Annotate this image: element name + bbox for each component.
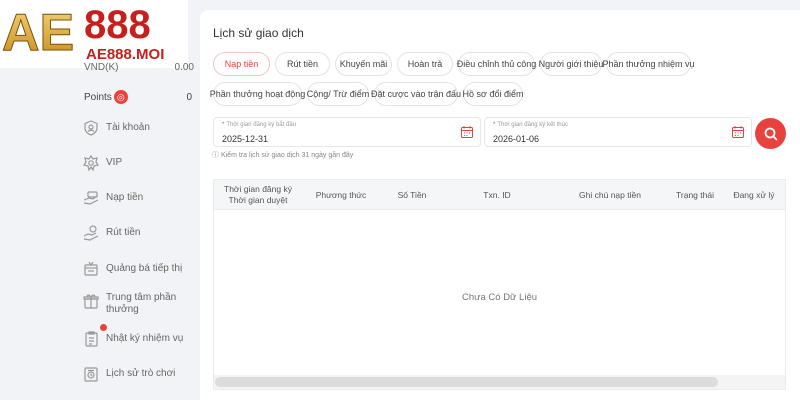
tab-deposit[interactable]: Nạp tiền bbox=[213, 52, 270, 76]
page-title: Lịch sử giao dịch bbox=[213, 26, 304, 40]
sidebar-item-rewards[interactable]: Trung tâm phần thưởng bbox=[82, 292, 192, 316]
points-info-icon[interactable]: ◎ bbox=[113, 90, 128, 104]
column-header-amount: Số Tiền bbox=[397, 189, 427, 200]
points-row[interactable]: Points ◎ 0 bbox=[84, 88, 192, 106]
deposit-icon bbox=[82, 189, 100, 207]
transaction-history-panel: Lịch sử giao dịch Nạp tiền Rút tiền Khuy… bbox=[200, 10, 800, 400]
horizontal-scrollbar[interactable] bbox=[214, 375, 785, 389]
logo-sub-text: AE888.MOI bbox=[86, 46, 164, 63]
points-value: 0 bbox=[186, 91, 192, 103]
tab-referrer[interactable]: Người giới thiệu bbox=[539, 52, 603, 76]
empty-state-text: Chưa Có Dữ Liệu bbox=[461, 292, 538, 303]
sidebar-item-account[interactable]: Tài khoản bbox=[82, 119, 192, 137]
hint-text: Kiểm tra lịch sử giao dịch 31 ngày gần đ… bbox=[220, 152, 354, 159]
start-date-caption: * Thời gian đăng ký bắt đầu bbox=[222, 122, 296, 128]
end-date-field[interactable]: * Thời gian đăng ký kết thúc 2026-01-06 bbox=[484, 117, 752, 147]
brand-logo[interactable]: AE 888 AE888.MOI bbox=[0, 0, 188, 68]
info-icon: ⓘ bbox=[212, 152, 219, 159]
sidebar-item-promotion[interactable]: Quảng bá tiếp thị bbox=[82, 260, 192, 278]
sidebar-item-deposit[interactable]: Nạp tiền bbox=[82, 189, 192, 207]
transactions-table: Thời gian đăng ký Thời gian duyệt Phương… bbox=[213, 179, 786, 390]
sidebar-item-label: Tài khoản bbox=[106, 122, 150, 133]
tab-match-bets[interactable]: Đặt cược vào trận đấu bbox=[371, 82, 461, 106]
end-date-caption: * Thời gian đăng ký kết thúc bbox=[493, 122, 568, 128]
sidebar-item-label: Nạp tiền bbox=[106, 192, 144, 203]
column-header-registered-time: Thời gian đăng ký Thời gian duyệt bbox=[224, 184, 292, 205]
sidebar-item-label: Trung tâm phần thưởng bbox=[106, 292, 177, 315]
logo-888-text: 888 bbox=[84, 3, 151, 47]
logo-ae-text: AE bbox=[2, 4, 74, 62]
points-label: Points bbox=[84, 91, 112, 103]
tab-promotion[interactable]: Khuyến mãi bbox=[335, 52, 392, 76]
column-header-txn-id: Txn. ID bbox=[483, 189, 511, 200]
tab-activity-rewards[interactable]: Phần thưởng hoạt động bbox=[210, 82, 305, 106]
sidebar-item-vip[interactable]: VIP bbox=[82, 154, 192, 172]
promotion-icon bbox=[82, 260, 100, 278]
date-range-hint: ⓘ Kiểm tra lịch sử giao dịch 31 ngày gần… bbox=[212, 150, 353, 160]
shield-icon bbox=[82, 119, 100, 137]
search-icon bbox=[764, 127, 778, 141]
task-log-icon bbox=[82, 324, 107, 348]
withdraw-icon bbox=[82, 224, 100, 242]
table-header: Thời gian đăng ký Thời gian duyệt Phương… bbox=[214, 180, 785, 210]
sidebar-item-label: Quảng bá tiếp thị bbox=[106, 263, 183, 274]
tab-points-exchange[interactable]: Hồ sơ đổi điểm bbox=[463, 82, 523, 106]
column-header-deposit-note: Ghi chú nạp tiền bbox=[579, 189, 641, 200]
tab-task-rewards[interactable]: Phần thưởng nhiệm vụ bbox=[603, 52, 695, 76]
sidebar-item-task-log[interactable]: Nhật ký nhiệm vụ bbox=[82, 324, 192, 348]
tab-manual-adjustment[interactable]: Điều chỉnh thủ công bbox=[457, 52, 536, 76]
calendar-icon[interactable] bbox=[731, 125, 745, 139]
sidebar: AE 888 AE888.MOI VND(K) 0.00 Points ◎ 0 … bbox=[0, 0, 200, 400]
currency-balance-row: VND(K) 0.00 bbox=[84, 62, 194, 73]
sidebar-item-game-history[interactable]: Lịch sử trò chơi bbox=[82, 365, 192, 383]
sidebar-item-label: Rút tiền bbox=[106, 227, 141, 238]
column-header-method: Phương thức bbox=[315, 189, 367, 200]
calendar-icon[interactable] bbox=[460, 125, 474, 139]
start-date-field[interactable]: * Thời gian đăng ký bắt đầu 2025-12-31 bbox=[213, 117, 481, 147]
column-header-processing: Đang xử lý bbox=[733, 189, 775, 200]
currency-label: VND(K) bbox=[84, 62, 119, 73]
tab-rebate[interactable]: Hoàn trả bbox=[397, 52, 453, 76]
game-history-icon bbox=[82, 365, 100, 383]
notification-dot bbox=[100, 324, 107, 331]
tab-points-adjustment[interactable]: Cộng/ Trừ điểm bbox=[307, 82, 369, 106]
currency-value: 0.00 bbox=[174, 62, 194, 73]
sidebar-item-label: VIP bbox=[106, 157, 123, 168]
vip-icon bbox=[82, 154, 100, 172]
sidebar-item-label: Nhật ký nhiệm vụ bbox=[106, 333, 184, 344]
sidebar-item-label: Lịch sử trò chơi bbox=[106, 368, 176, 379]
gift-icon bbox=[82, 292, 100, 310]
tab-withdraw[interactable]: Rút tiền bbox=[275, 52, 330, 76]
start-date-value[interactable]: 2025-12-31 bbox=[222, 134, 268, 144]
sidebar-item-withdraw[interactable]: Rút tiền bbox=[82, 224, 192, 242]
search-button[interactable] bbox=[755, 118, 786, 149]
scrollbar-thumb[interactable] bbox=[215, 377, 718, 387]
end-date-value[interactable]: 2026-01-06 bbox=[493, 134, 539, 144]
column-header-status: Trạng thái bbox=[676, 189, 714, 200]
